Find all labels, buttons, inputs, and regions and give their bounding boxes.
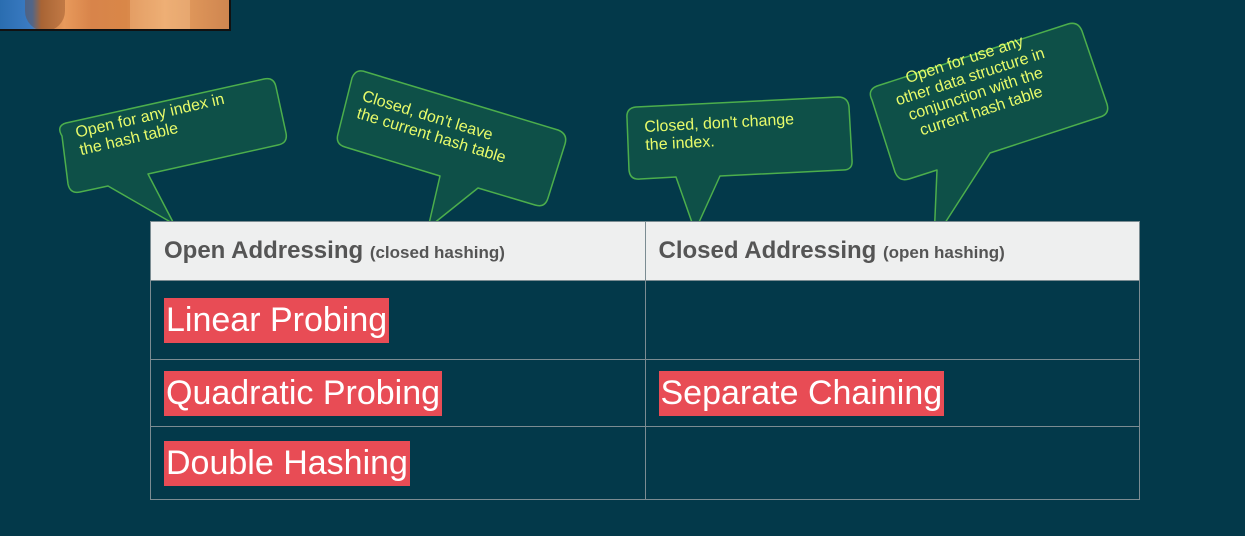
technique-separate-chaining: Separate Chaining xyxy=(658,370,945,416)
table-cell-quadratic-probing: Quadratic Probing xyxy=(150,359,646,427)
webcam-person-face xyxy=(25,0,65,29)
table-row: Linear Probing xyxy=(150,280,1140,360)
technique-double-hashing: Double Hashing xyxy=(164,440,410,486)
hashing-comparison-table: Open Addressing (closed hashing) Closed … xyxy=(150,221,1140,500)
technique-quadratic-probing: Quadratic Probing xyxy=(164,370,443,416)
callout-text-2: Closed, don't leave the current hash tab… xyxy=(354,88,513,168)
header-closed-addressing-title: Closed Addressing xyxy=(658,237,877,264)
callout-text-1: Open for any index in the hash table xyxy=(74,91,230,160)
table-cell-linear-probing: Linear Probing xyxy=(150,280,646,360)
technique-linear-probing: Linear Probing xyxy=(164,297,390,343)
table-cell-empty xyxy=(644,280,1140,360)
callout-text-4: Open for use any other data structure in… xyxy=(888,28,1058,145)
webcam-thumbnail xyxy=(0,0,231,31)
header-open-addressing-title: Open Addressing xyxy=(164,237,364,264)
callout-text-3: Closed, don't change the index. xyxy=(644,111,796,155)
table-row: Double Hashing xyxy=(150,426,1140,500)
header-closed-addressing: Closed Addressing (open hashing) xyxy=(644,221,1140,281)
table-cell-double-hashing: Double Hashing xyxy=(150,426,646,500)
webcam-person-shirt xyxy=(130,0,190,29)
table-row: Quadratic Probing Separate Chaining xyxy=(150,359,1140,427)
header-open-addressing-sub: (closed hashing) xyxy=(369,243,505,262)
slide: Open for any index in the hash table Clo… xyxy=(0,0,1245,536)
table-header-row: Open Addressing (closed hashing) Closed … xyxy=(150,221,1140,281)
table-cell-empty xyxy=(644,426,1140,500)
table-cell-separate-chaining: Separate Chaining xyxy=(644,359,1140,427)
header-open-addressing: Open Addressing (closed hashing) xyxy=(150,221,646,281)
header-closed-addressing-sub: (open hashing) xyxy=(883,243,1005,262)
